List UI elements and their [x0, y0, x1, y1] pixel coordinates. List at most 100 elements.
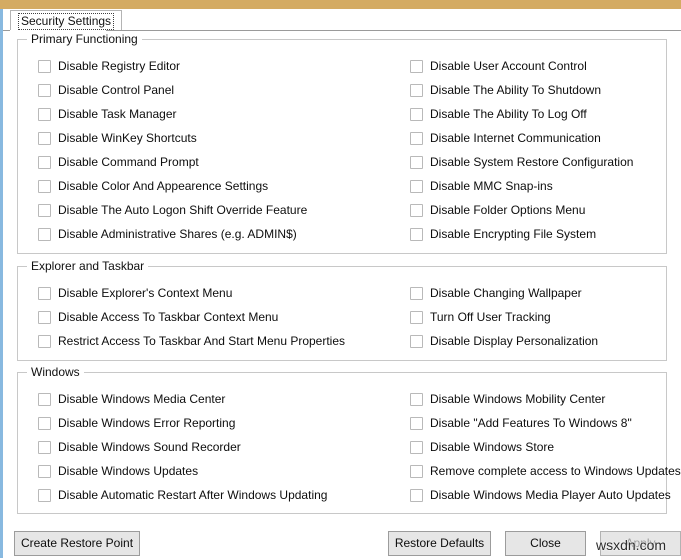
- group-windows-right-column: Disable Windows Mobility Center Disable …: [410, 387, 681, 507]
- tab-security-settings[interactable]: Security Settings: [10, 10, 122, 30]
- checkbox-icon[interactable]: [38, 417, 51, 430]
- checkbox-row[interactable]: Disable Explorer's Context Menu: [38, 281, 345, 305]
- checkbox-label: Disable MMC Snap-ins: [430, 179, 553, 193]
- checkbox-icon[interactable]: [410, 84, 423, 97]
- checkbox-label: Disable Display Personalization: [430, 334, 598, 348]
- checkbox-row[interactable]: Disable "Add Features To Windows 8": [410, 411, 681, 435]
- create-restore-point-button[interactable]: Create Restore Point: [14, 531, 140, 556]
- checkbox-label: Disable WinKey Shortcuts: [58, 131, 197, 145]
- restore-defaults-button[interactable]: Restore Defaults: [388, 531, 491, 556]
- checkbox-row[interactable]: Disable WinKey Shortcuts: [38, 126, 307, 150]
- checkbox-icon[interactable]: [38, 108, 51, 121]
- checkbox-label: Disable Control Panel: [58, 83, 174, 97]
- checkbox-row[interactable]: Disable Folder Options Menu: [410, 198, 633, 222]
- group-explorer-and-taskbar: Explorer and Taskbar Disable Explorer's …: [17, 266, 667, 361]
- checkbox-label: Disable Windows Media Center: [58, 392, 225, 406]
- checkbox-row[interactable]: Disable The Ability To Shutdown: [410, 78, 633, 102]
- checkbox-icon[interactable]: [38, 228, 51, 241]
- checkbox-row[interactable]: Disable Control Panel: [38, 78, 307, 102]
- checkbox-icon[interactable]: [410, 108, 423, 121]
- checkbox-row[interactable]: Disable Display Personalization: [410, 329, 598, 353]
- checkbox-icon[interactable]: [38, 84, 51, 97]
- checkbox-icon[interactable]: [38, 132, 51, 145]
- tab-strip-divider-gap: [10, 30, 106, 31]
- checkbox-row[interactable]: Turn Off User Tracking: [410, 305, 598, 329]
- checkbox-label: Disable Automatic Restart After Windows …: [58, 488, 327, 502]
- checkbox-row[interactable]: Remove complete access to Windows Update…: [410, 459, 681, 483]
- checkbox-icon[interactable]: [38, 335, 51, 348]
- checkbox-icon[interactable]: [38, 287, 51, 300]
- checkbox-row[interactable]: Restrict Access To Taskbar And Start Men…: [38, 329, 345, 353]
- checkbox-icon[interactable]: [410, 441, 423, 454]
- group-primary-functioning: Primary Functioning Disable Registry Edi…: [17, 39, 667, 254]
- checkbox-icon[interactable]: [410, 180, 423, 193]
- checkbox-icon[interactable]: [38, 441, 51, 454]
- checkbox-row[interactable]: Disable Windows Updates: [38, 459, 327, 483]
- checkbox-row[interactable]: Disable User Account Control: [410, 54, 633, 78]
- checkbox-icon[interactable]: [38, 60, 51, 73]
- checkbox-icon[interactable]: [410, 335, 423, 348]
- checkbox-row[interactable]: Disable MMC Snap-ins: [410, 174, 633, 198]
- checkbox-icon[interactable]: [410, 204, 423, 217]
- checkbox-icon[interactable]: [410, 417, 423, 430]
- checkbox-icon[interactable]: [38, 489, 51, 502]
- checkbox-label: Disable Windows Error Reporting: [58, 416, 235, 430]
- group-windows-left-column: Disable Windows Media Center Disable Win…: [38, 387, 327, 507]
- checkbox-icon[interactable]: [410, 489, 423, 502]
- checkbox-row[interactable]: Disable Windows Store: [410, 435, 681, 459]
- checkbox-row[interactable]: Disable Encrypting File System: [410, 222, 633, 246]
- group-windows: Windows Disable Windows Media Center Dis…: [17, 372, 667, 514]
- checkbox-label: Disable Changing Wallpaper: [430, 286, 582, 300]
- checkbox-label: Disable Task Manager: [58, 107, 177, 121]
- checkbox-row[interactable]: Disable Task Manager: [38, 102, 307, 126]
- checkbox-icon[interactable]: [410, 465, 423, 478]
- checkbox-icon[interactable]: [410, 60, 423, 73]
- checkbox-icon[interactable]: [38, 393, 51, 406]
- checkbox-row[interactable]: Disable Windows Mobility Center: [410, 387, 681, 411]
- checkbox-row[interactable]: Disable Access To Taskbar Context Menu: [38, 305, 345, 329]
- tab-strip: Security Settings: [3, 9, 681, 31]
- checkbox-icon[interactable]: [410, 287, 423, 300]
- checkbox-row[interactable]: Disable Windows Sound Recorder: [38, 435, 327, 459]
- checkbox-label: Turn Off User Tracking: [430, 310, 551, 324]
- checkbox-icon[interactable]: [410, 393, 423, 406]
- checkbox-label: Disable Command Prompt: [58, 155, 199, 169]
- checkbox-row[interactable]: Disable Windows Error Reporting: [38, 411, 327, 435]
- checkbox-icon[interactable]: [410, 132, 423, 145]
- checkbox-icon[interactable]: [38, 180, 51, 193]
- checkbox-row[interactable]: Disable System Restore Configuration: [410, 150, 633, 174]
- checkbox-icon[interactable]: [410, 228, 423, 241]
- dialog-button-bar: Create Restore Point Restore Defaults Cl…: [3, 522, 681, 560]
- checkbox-row[interactable]: Disable Registry Editor: [38, 54, 307, 78]
- checkbox-icon[interactable]: [38, 156, 51, 169]
- checkbox-row[interactable]: Disable Color And Appearence Settings: [38, 174, 307, 198]
- apply-button[interactable]: Apply: [600, 531, 681, 556]
- checkbox-label: Disable "Add Features To Windows 8": [430, 416, 632, 430]
- group-explorer-and-taskbar-right-column: Disable Changing Wallpaper Turn Off User…: [410, 281, 598, 353]
- checkbox-label: Disable The Ability To Log Off: [430, 107, 587, 121]
- checkbox-row[interactable]: Disable Command Prompt: [38, 150, 307, 174]
- checkbox-icon[interactable]: [410, 311, 423, 324]
- checkbox-icon[interactable]: [38, 465, 51, 478]
- checkbox-row[interactable]: Disable The Ability To Log Off: [410, 102, 633, 126]
- checkbox-row[interactable]: Disable Administrative Shares (e.g. ADMI…: [38, 222, 307, 246]
- checkbox-label: Disable Administrative Shares (e.g. ADMI…: [58, 227, 297, 241]
- security-settings-window: Security Settings Primary Functioning Di…: [0, 0, 681, 560]
- checkbox-row[interactable]: Disable Windows Media Player Auto Update…: [410, 483, 681, 507]
- checkbox-label: Remove complete access to Windows Update…: [430, 464, 681, 478]
- close-button[interactable]: Close: [505, 531, 586, 556]
- checkbox-row[interactable]: Disable Changing Wallpaper: [410, 281, 598, 305]
- checkbox-label: Disable Windows Media Player Auto Update…: [430, 488, 671, 502]
- checkbox-row[interactable]: Disable Automatic Restart After Windows …: [38, 483, 327, 507]
- checkbox-icon[interactable]: [38, 204, 51, 217]
- checkbox-label: Disable Explorer's Context Menu: [58, 286, 232, 300]
- checkbox-row[interactable]: Disable Windows Media Center: [38, 387, 327, 411]
- checkbox-icon[interactable]: [38, 311, 51, 324]
- checkbox-label: Disable Access To Taskbar Context Menu: [58, 310, 278, 324]
- checkbox-row[interactable]: Disable The Auto Logon Shift Override Fe…: [38, 198, 307, 222]
- checkbox-row[interactable]: Disable Internet Communication: [410, 126, 633, 150]
- checkbox-label: Disable System Restore Configuration: [430, 155, 633, 169]
- checkbox-label: Disable Windows Mobility Center: [430, 392, 605, 406]
- checkbox-icon[interactable]: [410, 156, 423, 169]
- tab-label: Security Settings: [18, 13, 114, 30]
